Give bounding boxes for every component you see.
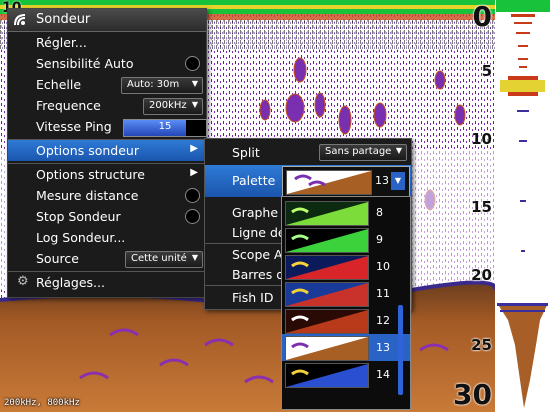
chevron-down-icon: ▼ xyxy=(395,146,402,155)
submenu-item-label: Ligne de xyxy=(232,225,286,240)
depth-label-10: 10 xyxy=(471,130,492,148)
palette-option-label: 8 xyxy=(376,206,383,219)
palette-preview-swatch xyxy=(286,170,372,195)
palette-swatch-12 xyxy=(285,309,369,334)
depth-label-15: 15 xyxy=(471,198,492,216)
split-value: Sans partage xyxy=(325,146,392,157)
palette-option-label: 12 xyxy=(376,314,390,327)
stop-sondeur-toggle[interactable] xyxy=(185,209,200,224)
depth-label-0: 0 xyxy=(472,0,492,33)
chevron-right-icon: ▶ xyxy=(190,167,198,178)
echelle-dropdown[interactable]: Auto: 30m ▼ xyxy=(121,77,203,94)
source-dropdown[interactable]: Cette unité ▼ xyxy=(125,251,203,268)
menu-item-label: Réglages... xyxy=(36,275,105,290)
sensibilite-auto-toggle[interactable] xyxy=(185,56,200,71)
palette-swatch-8 xyxy=(285,201,369,226)
menu-item-source[interactable]: Source Cette unité ▼ xyxy=(8,248,206,269)
palette-swatch-14 xyxy=(285,363,369,388)
menu-item-label: Régler... xyxy=(36,35,87,50)
palette-scrollbar[interactable] xyxy=(398,305,403,395)
submenu-item-label: Split xyxy=(232,145,260,160)
menu-item-label: Stop Sondeur xyxy=(36,209,121,224)
menu-item-label: Log Sondeur... xyxy=(36,230,126,245)
sonar-icon xyxy=(14,14,26,26)
menu-item-reglages[interactable]: ⚙ Réglages... xyxy=(8,272,206,293)
sonar-menu-title-bar: Sondeur xyxy=(8,9,206,32)
menu-item-label: Sensibilité Auto xyxy=(36,56,134,71)
palette-current-value: 13 xyxy=(375,174,389,187)
chevron-down-icon: ▼ xyxy=(191,253,198,262)
submenu-item-label: Scope A xyxy=(232,247,283,262)
palette-option-10[interactable]: 10 xyxy=(282,253,410,280)
menu-item-options-sondeur[interactable]: Options sondeur ▶ xyxy=(8,140,206,161)
palette-swatch-10 xyxy=(285,255,369,280)
palette-option-11[interactable]: 11 xyxy=(282,280,410,307)
depth-label-5: 5 xyxy=(481,62,492,80)
palette-option-14[interactable]: 14 xyxy=(282,361,410,388)
palette-dropdown[interactable]: 13 ▼ xyxy=(282,166,410,198)
menu-item-label: Options structure xyxy=(36,167,145,182)
menu-item-stop-sondeur[interactable]: Stop Sondeur xyxy=(8,206,206,227)
palette-option-8[interactable]: 8 xyxy=(282,199,410,226)
menu-item-echelle[interactable]: Echelle Auto: 30m ▼ xyxy=(8,74,206,95)
source-value: Cette unité xyxy=(131,253,187,264)
menu-item-label: Echelle xyxy=(36,77,82,92)
menu-item-label: Mesure distance xyxy=(36,188,139,203)
menu-item-mesure-distance[interactable]: Mesure distance xyxy=(8,185,206,206)
depth-label-20: 20 xyxy=(471,266,492,284)
sonar-screen: 0 5 10 15 20 25 30 10 200kHz, 800kHz Son… xyxy=(0,0,550,412)
depth-label-30: 30 xyxy=(453,378,492,411)
vitesse-ping-slider[interactable]: 15 xyxy=(123,119,207,137)
submenu-item-label: Palette xyxy=(232,173,276,188)
menu-item-frequence[interactable]: Frequence 200kHz ▼ xyxy=(8,95,206,116)
menu-item-sensibilite-auto[interactable]: Sensibilité Auto xyxy=(8,53,206,74)
depth-label-25: 25 xyxy=(471,336,492,354)
split-dropdown[interactable]: Sans partage ▼ xyxy=(319,144,407,161)
palette-options-list: 8 9 10 11 12 13 14 xyxy=(281,196,411,410)
echelle-value: Auto: 30m xyxy=(127,79,180,90)
vitesse-ping-value: 15 xyxy=(158,121,172,132)
palette-option-label: 11 xyxy=(376,287,390,300)
menu-item-label: Vitesse Ping xyxy=(36,119,112,134)
chevron-down-icon: ▼ xyxy=(191,79,198,88)
palette-option-label: 14 xyxy=(376,368,390,381)
menu-item-regler[interactable]: Régler... xyxy=(8,32,206,53)
sonar-menu-title: Sondeur xyxy=(36,12,91,27)
palette-swatch-13 xyxy=(285,336,369,361)
menu-item-label: Source xyxy=(36,251,79,266)
submenu-item-split[interactable]: Split Sans partage ▼ xyxy=(205,141,411,163)
palette-option-13[interactable]: 13 xyxy=(282,334,410,361)
chevron-down-icon: ▼ xyxy=(391,172,405,190)
palette-option-9[interactable]: 9 xyxy=(282,226,410,253)
gear-icon: ⚙ xyxy=(17,274,29,289)
menu-item-label: Frequence xyxy=(36,98,101,113)
menu-item-vitesse-ping[interactable]: Vitesse Ping 15 xyxy=(8,116,207,137)
palette-swatch-9 xyxy=(285,228,369,253)
submenu-item-label: Barres d xyxy=(232,267,285,282)
mesure-distance-toggle[interactable] xyxy=(185,188,200,203)
submenu-item-label: Fish ID xyxy=(232,290,274,305)
menu-item-options-structure[interactable]: Options structure ▶ xyxy=(8,164,206,185)
chevron-down-icon: ▼ xyxy=(191,100,198,109)
palette-swatch-11 xyxy=(285,282,369,307)
palette-option-label: 9 xyxy=(376,233,383,246)
frequence-value: 200kHz xyxy=(149,100,187,111)
palette-option-label: 13 xyxy=(376,341,390,354)
frequency-readout: 200kHz, 800kHz xyxy=(4,398,80,408)
menu-item-label: Options sondeur xyxy=(36,143,139,158)
frequence-dropdown[interactable]: 200kHz ▼ xyxy=(143,98,203,115)
sonar-menu: Sondeur Régler... Sensibilité Auto Echel… xyxy=(7,8,207,298)
palette-option-label: 10 xyxy=(376,260,390,273)
palette-option-12[interactable]: 12 xyxy=(282,307,410,334)
chevron-right-icon: ▶ xyxy=(190,143,198,154)
menu-item-log-sondeur[interactable]: Log Sondeur... xyxy=(8,227,206,248)
